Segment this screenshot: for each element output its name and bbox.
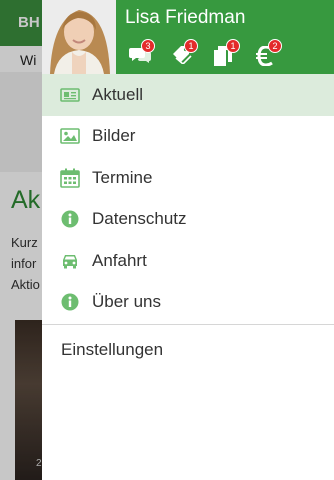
settings-button[interactable]: Einstellungen xyxy=(42,325,334,375)
menu-item-label: Datenschutz xyxy=(92,209,187,229)
notification-badge: 1 xyxy=(226,39,240,53)
menu-item-label: Anfahrt xyxy=(92,250,147,270)
menu-item-label: Bilder xyxy=(92,126,136,146)
menu-item-bilder[interactable]: Bilder xyxy=(42,116,334,158)
notification-tag[interactable]: 1 xyxy=(172,39,198,66)
menu-item-label: Über uns xyxy=(92,292,161,312)
car-icon xyxy=(63,254,77,269)
notification-badge: 1 xyxy=(184,39,198,53)
menu-item-ueber-uns[interactable]: Über uns xyxy=(42,282,334,324)
calendar-icon xyxy=(60,168,80,188)
menu-item-label: Termine xyxy=(92,167,153,187)
notification-chat[interactable]: 3 xyxy=(129,39,155,66)
notification-documents[interactable]: 1 xyxy=(214,39,240,66)
info-icon xyxy=(61,293,79,311)
menu-item-termine[interactable]: Termine xyxy=(42,157,334,199)
menu-item-datenschutz[interactable]: Datenschutz xyxy=(42,199,334,241)
settings-label: Einstellungen xyxy=(61,340,164,359)
notification-euro[interactable]: 2 xyxy=(256,39,282,66)
drawer-header: Lisa Friedman 3 1 1 2 xyxy=(42,0,334,74)
menu-item-label: Aktuell xyxy=(92,84,144,104)
user-avatar-photo xyxy=(42,0,116,74)
menu-item-aktuell[interactable]: Aktuell xyxy=(42,74,334,116)
user-name: Lisa Friedman xyxy=(125,7,246,28)
newspaper-icon xyxy=(60,87,80,102)
notification-badge: 3 xyxy=(141,39,155,53)
drawer-menu: Aktuell Bilder Termine Datenschutz Anfah… xyxy=(42,74,334,375)
info-icon xyxy=(61,210,79,228)
user-avatar[interactable] xyxy=(42,0,116,74)
menu-item-anfahrt[interactable]: Anfahrt xyxy=(42,240,334,282)
notification-badge: 2 xyxy=(268,39,282,53)
image-icon xyxy=(60,128,80,145)
navigation-drawer: Lisa Friedman 3 1 1 2 Aktuell Bilder Ter… xyxy=(42,0,334,480)
